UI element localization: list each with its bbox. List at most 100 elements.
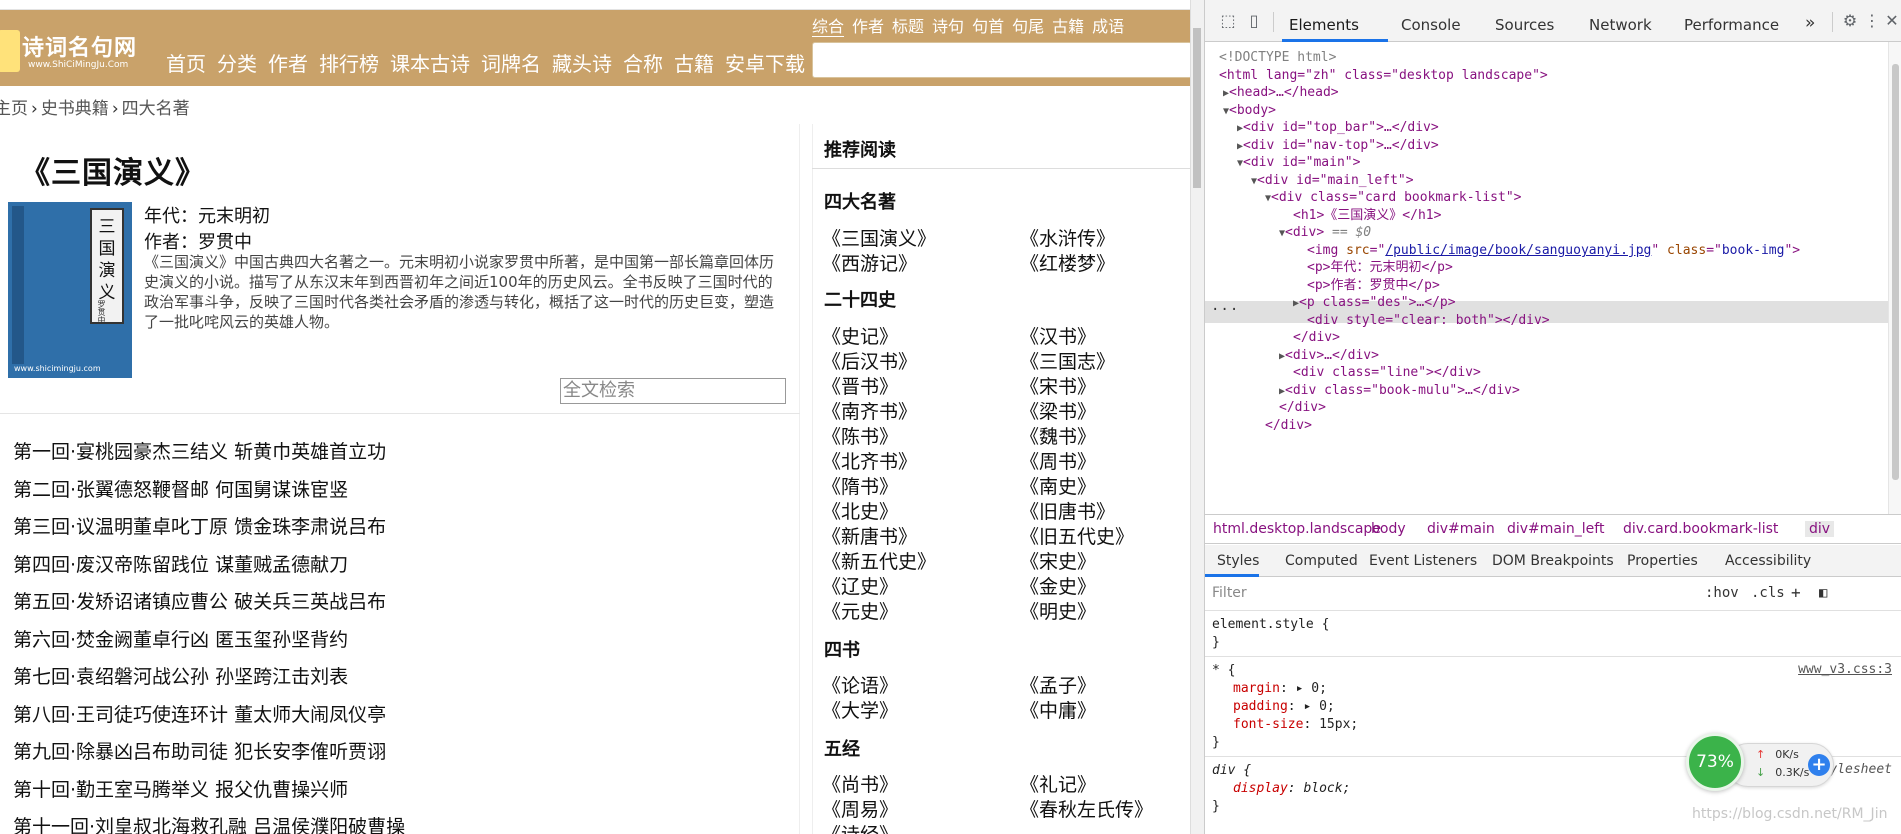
dom-crumb[interactable]: html.desktop.landscape	[1213, 521, 1381, 537]
nav-category[interactable]: 分类	[215, 48, 266, 77]
chapter-link[interactable]: 第一回·宴桃园豪杰三结义 斩黄巾英雄首立功	[13, 439, 405, 477]
dom-line[interactable]: </div>	[1279, 398, 1326, 418]
more-tabs-icon[interactable]: »	[1805, 13, 1815, 33]
book-link[interactable]: 《论语》	[822, 671, 898, 698]
pane-tab-dom-breakpoints[interactable]: DOM Breakpoints	[1492, 553, 1614, 569]
css-property[interactable]: font-size: 15px;	[1233, 716, 1358, 734]
fulltext-search-input[interactable]: 全文检索	[560, 378, 786, 404]
nav-textbook[interactable]: 课本古诗	[388, 48, 479, 77]
book-link[interactable]: 《诗经》	[822, 820, 898, 834]
rule-selector[interactable]: * {	[1212, 662, 1235, 680]
book-link[interactable]: 《新五代史》	[822, 547, 936, 574]
dom-line[interactable]: <p>年代：元末明初</p>	[1307, 258, 1453, 278]
book-link[interactable]: 《大学》	[822, 696, 898, 723]
chapter-link[interactable]: 第五回·发矫诏诸镇应曹公 破关兵三英战吕布	[13, 589, 405, 627]
book-link[interactable]: 《辽史》	[822, 572, 898, 599]
book-link[interactable]: 《南史》	[1020, 472, 1096, 499]
book-link[interactable]: 《北史》	[822, 497, 898, 524]
book-link[interactable]: 《周书》	[1020, 447, 1096, 474]
book-link[interactable]: 《魏书》	[1020, 422, 1096, 449]
dom-line[interactable]: </div>	[1265, 416, 1312, 436]
pane-tab-styles[interactable]: Styles	[1217, 553, 1259, 569]
book-link[interactable]: 《红楼梦》	[1020, 249, 1115, 276]
book-link[interactable]: 《尚书》	[822, 770, 898, 797]
dom-line[interactable]: ▼<div class="card bookmark-list">	[1265, 188, 1521, 208]
nav-acrostic[interactable]: 藏头诗	[550, 48, 621, 77]
hov-toggle[interactable]: :hov	[1705, 585, 1739, 601]
nav-cipai[interactable]: 词牌名	[479, 48, 550, 77]
book-link[interactable]: 《旧唐书》	[1020, 497, 1115, 524]
book-link[interactable]: 《北齐书》	[822, 447, 917, 474]
dom-crumb[interactable]: div.card.bookmark-list	[1623, 521, 1778, 537]
book-link[interactable]: 《晋书》	[822, 372, 898, 399]
book-link[interactable]: 《金史》	[1020, 572, 1096, 599]
book-link[interactable]: 《新唐书》	[822, 522, 917, 549]
close-devtools-icon[interactable]: ✕	[1883, 12, 1901, 30]
book-link[interactable]: 《南齐书》	[822, 397, 917, 424]
rule-source-link[interactable]: www_v3.css:3	[1798, 662, 1892, 677]
dom-crumb-selected[interactable]: div	[1805, 521, 1835, 537]
book-link[interactable]: 《梁书》	[1020, 397, 1096, 424]
widget-plus-icon[interactable]: +	[1808, 754, 1830, 776]
search-tab-author[interactable]: 作者	[852, 13, 892, 37]
styles-filter-input[interactable]: Filter	[1212, 585, 1247, 601]
tab-network[interactable]: Network	[1589, 16, 1652, 34]
dom-line[interactable]: ▶<p class="des">…</p>	[1293, 293, 1456, 313]
book-link[interactable]: 《元史》	[822, 597, 898, 624]
more-options-icon[interactable]: ⋮	[1863, 12, 1881, 30]
book-link[interactable]: 《史记》	[822, 322, 898, 349]
dom-crumb[interactable]: body	[1371, 521, 1406, 537]
pane-tab-computed[interactable]: Computed	[1285, 553, 1358, 569]
dom-scrollbar-thumb[interactable]	[1892, 64, 1899, 480]
nav-ranking[interactable]: 排行榜	[317, 48, 388, 77]
dom-crumb[interactable]: div#main_left	[1507, 521, 1604, 537]
css-property[interactable]: margin: ▸ 0;	[1233, 680, 1327, 698]
search-tab-tail[interactable]: 句尾	[1012, 13, 1052, 37]
pane-tab-accessibility[interactable]: Accessibility	[1725, 553, 1811, 569]
dom-line[interactable]: ▶<div id="top_bar">…</div>	[1237, 118, 1439, 138]
dom-line[interactable]: <div class="line"></div>	[1293, 363, 1481, 383]
img-src-link[interactable]: /public/image/book/sanguoyanyi.jpg	[1385, 243, 1651, 258]
chapter-link[interactable]: 第二回·张翼德怒鞭督邮 何国舅谋诛宦竖	[13, 477, 405, 515]
search-tab-idiom[interactable]: 成语	[1092, 13, 1132, 37]
chapter-link[interactable]: 第三回·议温明董卓叱丁原 馈金珠李肃说吕布	[13, 514, 405, 552]
inspect-element-icon[interactable]: ⬚	[1219, 12, 1237, 30]
book-link[interactable]: 《水浒传》	[1020, 224, 1115, 251]
tab-sources[interactable]: Sources	[1495, 16, 1554, 34]
book-link[interactable]: 《中庸》	[1020, 696, 1096, 723]
pane-tab-properties[interactable]: Properties	[1627, 553, 1698, 569]
chapter-link[interactable]: 第七回·袁绍磐河战公孙 孙坚跨江击刘表	[13, 664, 405, 702]
tab-performance[interactable]: Performance	[1684, 16, 1779, 34]
book-link[interactable]: 《宋书》	[1020, 372, 1096, 399]
search-tab-verse[interactable]: 诗句	[932, 13, 972, 37]
network-speed-widget[interactable]: 73% ↑ 0K/s ↓ 0.3K/s +	[1686, 733, 1836, 795]
book-link[interactable]: 《孟子》	[1020, 671, 1096, 698]
tab-console[interactable]: Console	[1401, 16, 1461, 34]
dom-line[interactable]: <div style="clear: both"></div>	[1307, 311, 1550, 331]
search-tab-title[interactable]: 标题	[892, 13, 932, 37]
book-link[interactable]: 《三国志》	[1020, 347, 1115, 374]
chapter-link[interactable]: 第十一回·刘皇叔北海救孔融 吕温侯濮阳破曹操	[13, 814, 405, 834]
breadcrumb-home[interactable]: 主页	[0, 99, 28, 119]
rule-selector[interactable]: element.style {	[1212, 616, 1329, 634]
memory-percent-badge[interactable]: 73%	[1686, 733, 1744, 791]
chapter-link[interactable]: 第十回·勤王室马腾举义 报父仇曹操兴师	[13, 777, 405, 815]
nav-android[interactable]: 安卓下载	[723, 48, 814, 77]
pane-tab-event-listeners[interactable]: Event Listeners	[1369, 553, 1477, 569]
book-link[interactable]: 《宋史》	[1020, 547, 1096, 574]
node-options-icon[interactable]: ···	[1211, 302, 1239, 318]
dom-line[interactable]: </div>	[1293, 328, 1340, 348]
book-link[interactable]: 《三国演义》	[822, 224, 936, 251]
device-toolbar-icon[interactable]: ▯	[1245, 12, 1263, 30]
book-link[interactable]: 《西游记》	[822, 249, 917, 276]
chapter-link[interactable]: 第九回·除暴凶吕布助司徒 犯长安李傕听贾诩	[13, 739, 405, 777]
site-search-input[interactable]	[812, 42, 1190, 78]
chapter-link[interactable]: 第四回·废汉帝陈留践位 谋董贼孟德献刀	[13, 552, 405, 590]
nav-classics[interactable]: 古籍	[672, 48, 723, 77]
search-tab-all[interactable]: 综合	[812, 13, 852, 37]
css-property[interactable]: padding: ▸ 0;	[1233, 698, 1335, 716]
settings-gear-icon[interactable]: ⚙	[1841, 12, 1859, 30]
toggle-sidebar-icon[interactable]: ◧	[1819, 585, 1827, 601]
breadcrumb-history[interactable]: 史书典籍	[41, 99, 109, 119]
chapter-link[interactable]: 第八回·王司徒巧使连环计 董太师大闹凤仪亭	[13, 702, 405, 740]
